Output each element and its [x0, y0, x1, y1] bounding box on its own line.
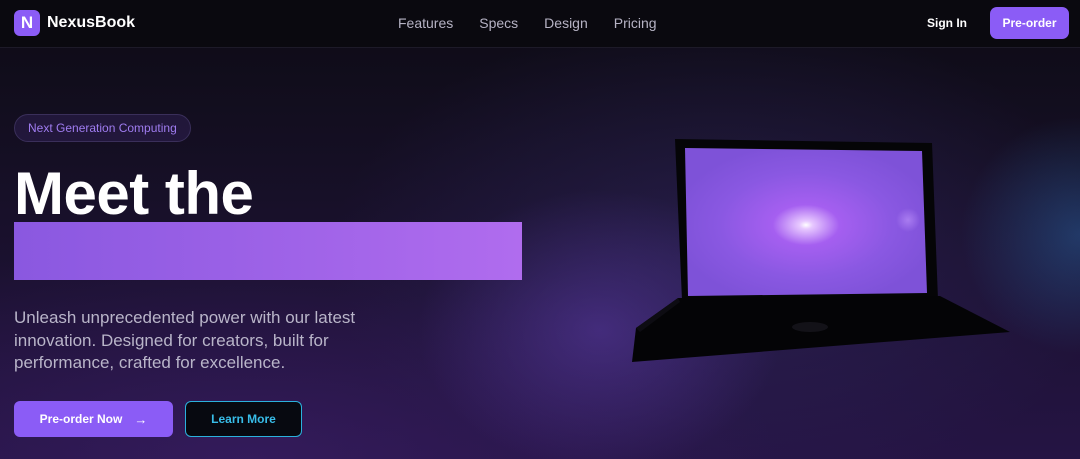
brand-name: NexusBook [47, 14, 136, 31]
hero-badge: Next Generation Computing [14, 114, 191, 142]
nav-link-design[interactable]: Design [544, 15, 588, 31]
preorder-now-label: Pre-order Now [39, 412, 123, 426]
learn-more-button[interactable]: Learn More [185, 401, 302, 437]
hero-description: Unleash unprecedented power with our lat… [14, 308, 356, 372]
landing-page: N NexusBook Features Specs Design Pricin… [0, 0, 1080, 459]
top-navigation-bar: N NexusBook Features Specs Design Pricin… [0, 0, 1080, 48]
laptop-illustration [632, 139, 1010, 362]
logo[interactable]: N NexusBook [14, 10, 135, 36]
preorder-now-button[interactable]: Pre-order Now → [14, 401, 173, 437]
hero-headline: Meet the [14, 160, 254, 227]
nav-link-pricing[interactable]: Pricing [614, 15, 657, 31]
headline-highlight-bar [14, 222, 522, 280]
main-nav: Features Specs Design Pricing [398, 15, 683, 31]
arrow-right-icon: → [134, 411, 148, 427]
laptop-screen [685, 148, 927, 296]
nav-link-features[interactable]: Features [398, 15, 453, 31]
logo-mark-icon: N [14, 10, 40, 36]
preorder-button[interactable]: Pre-order [990, 7, 1069, 39]
nav-link-specs[interactable]: Specs [479, 15, 518, 31]
sign-in-link[interactable]: Sign In [927, 16, 967, 30]
